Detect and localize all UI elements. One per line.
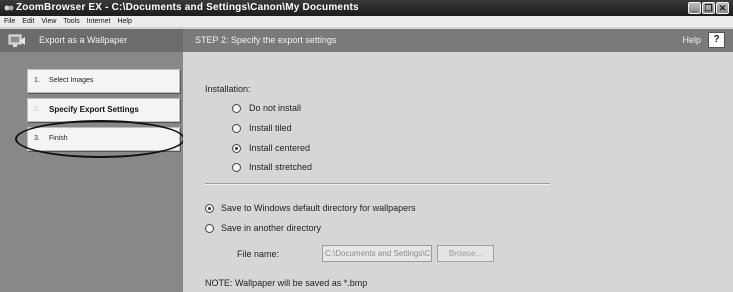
restore-button[interactable]: ❐ [702,2,715,14]
title-bar: ZoomBrowser EX - C:\Documents and Settin… [0,0,733,16]
radio-install-centered[interactable] [232,144,241,153]
file-name-label: File name: [237,249,280,259]
finish-highlight-oval [15,120,185,158]
step-number: 1. [34,77,40,84]
bmp-note: NOTE: Wallpaper will be saved as *.bmp [205,278,368,288]
step-specify-export-settings[interactable]: 2. Specify Export Settings [27,98,180,122]
close-button[interactable]: ✕ [716,2,729,14]
sidebar-header: Export as a Wallpaper [0,29,183,52]
step-header: STEP 2: Specify the export settings Help… [183,29,733,52]
browse-button[interactable]: Browse... [437,245,494,262]
option-save-default-directory[interactable]: Save to Windows default directory for wa… [221,203,416,213]
radio-install-stretched[interactable] [232,163,241,172]
menu-internet[interactable]: Internet [87,16,111,27]
zoombrowser-window: ZoomBrowser EX - C:\Documents and Settin… [0,0,733,292]
menu-edit[interactable]: Edit [22,16,34,27]
help-button[interactable]: ? [708,32,725,48]
help-label[interactable]: Help [682,35,701,45]
option-install-centered[interactable]: Install centered [249,143,310,153]
window-title: ZoomBrowser EX - C:\Documents and Settin… [16,2,359,13]
menu-file[interactable]: File [4,16,15,27]
step-title: STEP 2: Specify the export settings [195,35,337,45]
option-install-stretched[interactable]: Install stretched [249,162,312,172]
menu-tools[interactable]: Tools [63,16,79,27]
minimize-button[interactable]: _ [688,2,701,14]
option-save-another-directory[interactable]: Save in another directory [221,223,321,233]
radio-save-default-directory[interactable] [205,204,214,213]
radio-save-another-directory[interactable] [205,224,214,233]
sidebar-title: Export as a Wallpaper [39,35,128,45]
export-wallpaper-icon [8,34,25,47]
export-settings-panel: Installation: Do not install Install til… [183,52,733,292]
option-do-not-install[interactable]: Do not install [249,103,301,113]
radio-do-not-install[interactable] [232,104,241,113]
menu-bar: File Edit View Tools Internet Help [0,16,733,28]
window-controls: _ ❐ ✕ [688,2,729,14]
step-select-images[interactable]: 1. Select Images [27,69,180,93]
app-icon [4,5,14,11]
separator [205,183,550,185]
file-name-field[interactable]: C:\Documents and Settings\Canon\A [322,245,432,262]
menu-view[interactable]: View [41,16,56,27]
step-number: 2. [34,106,40,113]
task-sidebar: Export as a Wallpaper 1. Select Images 2… [0,29,183,292]
menu-help[interactable]: Help [117,16,131,27]
radio-install-tiled[interactable] [232,124,241,133]
step-label: Specify Export Settings [49,105,139,114]
option-install-tiled[interactable]: Install tiled [249,123,292,133]
step-label: Select Images [49,77,94,84]
installation-heading: Installation: [205,84,251,94]
